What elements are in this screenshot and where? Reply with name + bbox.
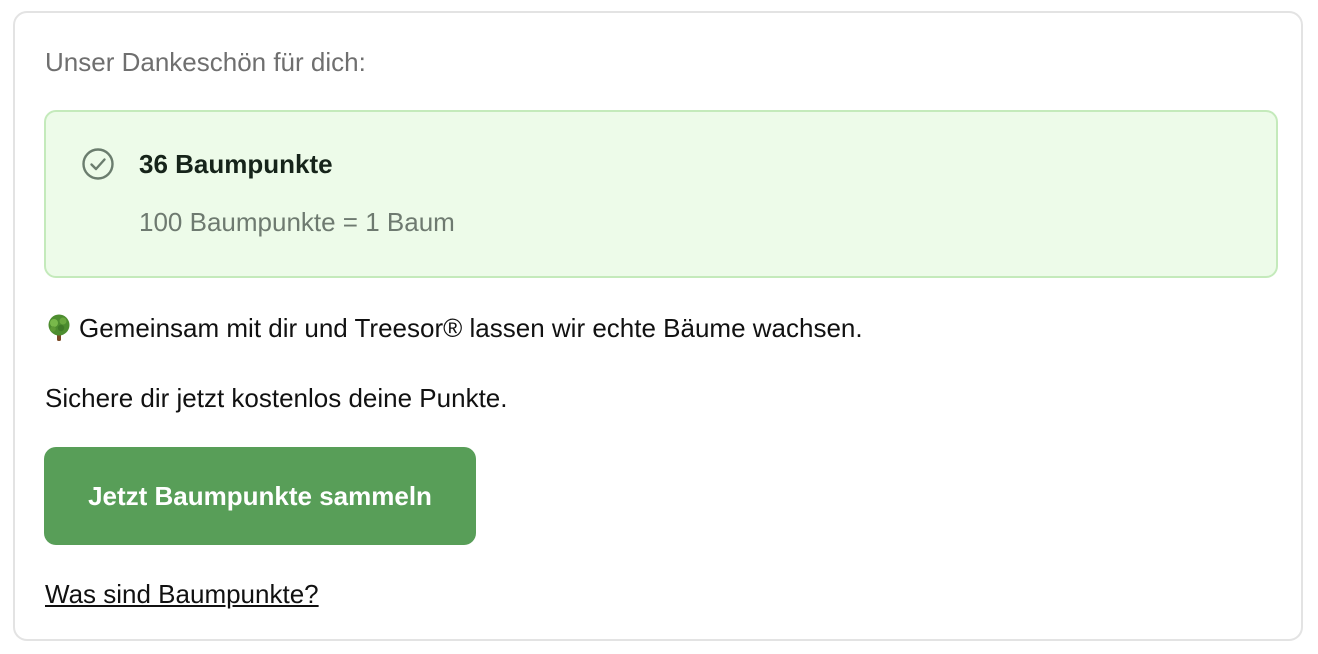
treesor-info-line: Gemeinsam mit dir und Treesor® lassen wi…: [45, 313, 863, 344]
tree-icon: [48, 314, 70, 341]
collect-points-button[interactable]: Jetzt Baumpunkte sammeln: [44, 447, 476, 545]
claim-prompt-text: Sichere dir jetzt kostenlos deine Punkte…: [45, 383, 508, 413]
points-total: 36 Baumpunkte: [139, 149, 333, 179]
points-conversion-note: 100 Baumpunkte = 1 Baum: [139, 207, 455, 237]
check-circle-icon: [82, 148, 114, 180]
reward-card: Unser Dankeschön für dich: 36 Baumpunkte…: [13, 11, 1303, 641]
reward-intro-text: Unser Dankeschön für dich:: [45, 47, 366, 77]
points-summary-box: 36 Baumpunkte 100 Baumpunkte = 1 Baum: [44, 110, 1278, 278]
treesor-info-text: Gemeinsam mit dir und Treesor® lassen wi…: [79, 313, 863, 343]
what-are-points-link[interactable]: Was sind Baumpunkte?: [45, 579, 319, 610]
